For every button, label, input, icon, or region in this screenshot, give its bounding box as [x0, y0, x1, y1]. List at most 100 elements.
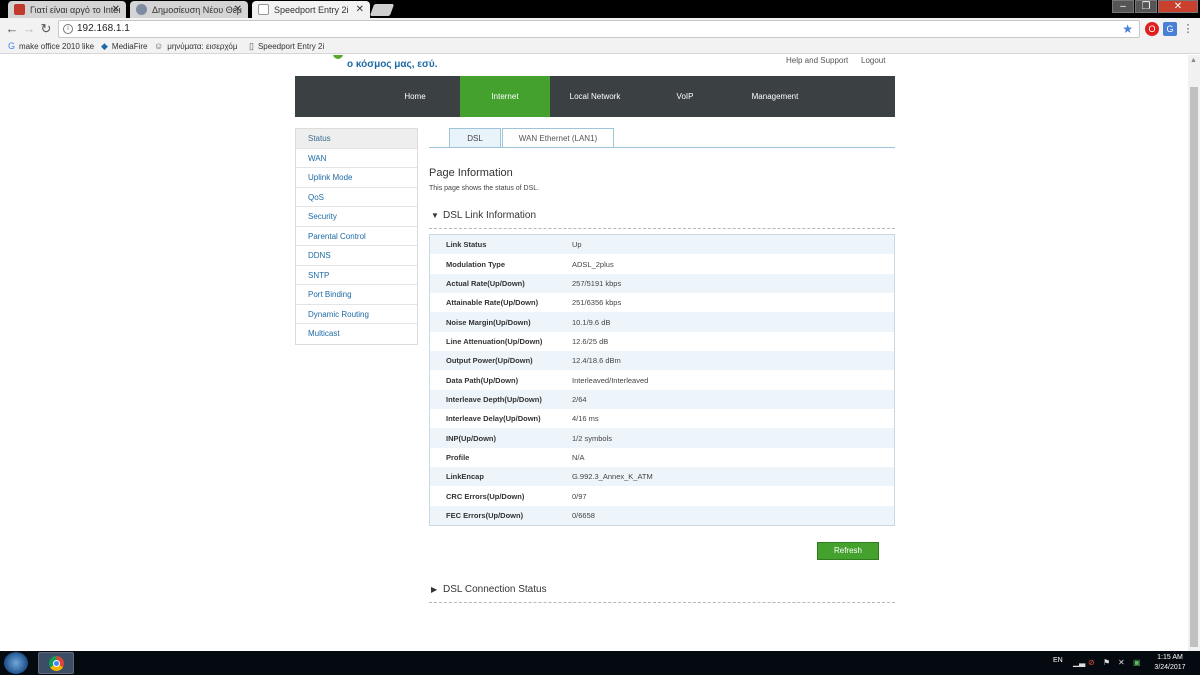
page-title: Page Information	[429, 167, 513, 179]
table-row: Line Attenuation(Up/Down) 12.6/25 dB	[430, 331, 894, 352]
table-row: Attainable Rate(Up/Down) 251/6356 kbps	[430, 293, 894, 313]
address-text: 192.168.1.1	[77, 23, 130, 34]
row-value: 10.1/9.6 dB	[572, 317, 611, 327]
back-arrow-icon[interactable]: ←	[4, 21, 20, 37]
taskbar-chrome-button[interactable]	[38, 652, 74, 674]
row-key: Modulation Type	[446, 259, 506, 269]
browser-tab-1[interactable]: Γιατί είναι αργό το Inter ✕	[8, 1, 126, 18]
sidebar-item-wan[interactable]: WAN	[296, 148, 417, 168]
google-icon: G	[8, 41, 16, 51]
row-key: Actual Rate(Up/Down)	[446, 278, 525, 288]
table-row: Modulation Type ADSL_2plus	[430, 254, 894, 274]
tab-dsl[interactable]: DSL	[449, 128, 501, 148]
row-key: Noise Margin(Up/Down)	[446, 317, 531, 327]
opera-extension-icon[interactable]: O	[1145, 22, 1159, 36]
row-key: Output Power(Up/Down)	[446, 356, 533, 366]
bookmarks-bar: Gmake office 2010 like ◆ MediaFire ☺ μηνύμ…	[0, 40, 1200, 54]
scroll-up-arrow-icon[interactable]: ▲	[1190, 57, 1197, 64]
minimize-button[interactable]: –	[1112, 0, 1134, 13]
flag-icon[interactable]: ⚑	[1103, 658, 1112, 667]
windows-start-icon[interactable]	[4, 652, 28, 674]
volume-muted-icon[interactable]: ✕	[1118, 658, 1127, 667]
sidebar-item-sntp[interactable]: SNTP	[296, 265, 417, 285]
table-row: Link Status Up	[430, 235, 894, 255]
new-tab-button[interactable]	[369, 4, 395, 16]
nav-home[interactable]: Home	[385, 76, 445, 117]
tab-wan-ethernet[interactable]: WAN Ethernet (LAN1)	[502, 128, 614, 148]
language-indicator[interactable]: EN	[1053, 657, 1063, 664]
row-value: 12.6/25 dB	[572, 336, 609, 346]
router-page: ο κόσμος μας, εσύ. Help and Support Logo…	[0, 55, 1188, 651]
page-scrollbar[interactable]: ▲	[1188, 55, 1200, 651]
close-icon[interactable]: ✕	[234, 4, 242, 15]
row-key: Profile	[446, 452, 470, 462]
section-title: DSL Connection Status	[443, 584, 547, 595]
side-menu: Status WAN Uplink Mode QoS Security Pare…	[295, 128, 418, 345]
dsl-info-table: Link Status Up Modulation Type ADSL_2plus …	[429, 234, 895, 527]
table-row: Actual Rate(Up/Down) 257/5191 kbps	[430, 273, 894, 294]
logout-link[interactable]: Logout	[861, 56, 885, 65]
bookmark-label: Speedport Entry 2i	[257, 42, 325, 51]
windows-taskbar: EN ▁▃ ⊘ ⚑ ✕ ▣ 1:15 AM 3/24/2017	[0, 651, 1200, 675]
window-close-button[interactable]: ✕	[1158, 0, 1198, 13]
menu-icon[interactable]: ⋮	[1181, 22, 1195, 36]
nav-voip[interactable]: VoIP	[660, 76, 710, 117]
row-value: 1/2 symbols	[572, 433, 613, 443]
table-row: Interleave Delay(Up/Down) 4/16 ms	[430, 409, 894, 429]
sidebar-item-ddns[interactable]: DDNS	[296, 246, 417, 266]
page-icon: ▯	[249, 41, 254, 51]
bookmark-item[interactable]: ◆ MediaFire	[101, 41, 148, 52]
refresh-button[interactable]: Refresh	[817, 542, 879, 560]
section-title: DSL Link Information	[443, 210, 537, 221]
tab-favicon-icon	[14, 4, 25, 15]
row-key: Interleave Delay(Up/Down)	[446, 414, 541, 424]
scrollbar-thumb[interactable]	[1190, 87, 1198, 647]
sidebar-item-port-binding[interactable]: Port Binding	[296, 285, 417, 305]
sidebar-item-dynamic-routing[interactable]: Dynamic Routing	[296, 304, 417, 324]
bookmark-item[interactable]: ☺ μηνύματα: εισερχόμ	[154, 41, 237, 51]
sidebar-item-multicast[interactable]: Multicast	[296, 324, 417, 344]
close-icon[interactable]: ✕	[356, 4, 364, 15]
sidebar-item-status[interactable]: Status	[296, 129, 417, 149]
browser-toolbar: ← → ↻ i 192.168.1.1 ★ O G ⋮	[0, 18, 1200, 40]
help-link[interactable]: Help and Support	[786, 56, 848, 65]
clock-time[interactable]: 1:15 AM	[1153, 654, 1187, 661]
network-error-icon[interactable]: ⊘	[1088, 658, 1097, 667]
forward-arrow-icon[interactable]: →	[21, 21, 37, 37]
sidebar-item-security[interactable]: Security	[296, 207, 417, 227]
mediafire-icon: ◆	[101, 41, 108, 51]
restore-button[interactable]: ❐	[1135, 0, 1157, 13]
signal-icon[interactable]: ▁▃	[1073, 658, 1085, 667]
browser-tab-3[interactable]: Speedport Entry 2i ✕	[252, 1, 370, 18]
sidebar-item-qos[interactable]: QoS	[296, 187, 417, 207]
sidebar-item-parental-control[interactable]: Parental Control	[296, 226, 417, 246]
close-icon[interactable]: ✕	[112, 4, 120, 15]
translate-extension-icon[interactable]: G	[1163, 22, 1177, 36]
row-key: CRC Errors(Up/Down)	[446, 491, 525, 501]
dsl-link-section-header[interactable]: ▼ DSL Link Information	[429, 210, 895, 229]
bookmark-label: μηνύματα: εισερχόμ	[167, 42, 238, 51]
reload-icon[interactable]: ↻	[38, 21, 54, 37]
nav-local-network[interactable]: Local Network	[560, 76, 630, 117]
bookmark-star-icon[interactable]: ★	[1122, 21, 1133, 37]
row-key: Data Path(Up/Down)	[446, 375, 519, 385]
mail-icon: ☺	[154, 41, 164, 51]
info-icon[interactable]: i	[63, 24, 73, 34]
nav-management[interactable]: Management	[745, 76, 805, 117]
dsl-connection-section-header[interactable]: ▶ DSL Connection Status	[429, 584, 895, 603]
browser-tab-2[interactable]: Δημοσίευση Νέου Θέμ ✕	[130, 1, 248, 18]
monitor-icon[interactable]: ▣	[1133, 658, 1142, 667]
row-key: Line Attenuation(Up/Down)	[446, 336, 543, 346]
tab-title: Δημοσίευση Νέου Θέμ	[152, 5, 242, 15]
bookmark-item[interactable]: ▯ Speedport Entry 2i	[249, 41, 324, 52]
bookmark-item[interactable]: Gmake office 2010 like	[8, 41, 94, 51]
table-row: Profile N/A	[430, 447, 894, 468]
row-value: 0/97	[572, 491, 587, 501]
table-row: LinkEncap G.992.3_Annex_K_ATM	[430, 467, 894, 487]
address-bar[interactable]: i 192.168.1.1 ★	[58, 20, 1140, 38]
triangle-down-icon: ▼	[431, 211, 439, 220]
clock-date[interactable]: 3/24/2017	[1150, 664, 1190, 671]
sidebar-item-uplink-mode[interactable]: Uplink Mode	[296, 168, 417, 188]
nav-internet[interactable]: Internet	[460, 76, 550, 117]
row-key: Attainable Rate(Up/Down)	[446, 298, 539, 308]
